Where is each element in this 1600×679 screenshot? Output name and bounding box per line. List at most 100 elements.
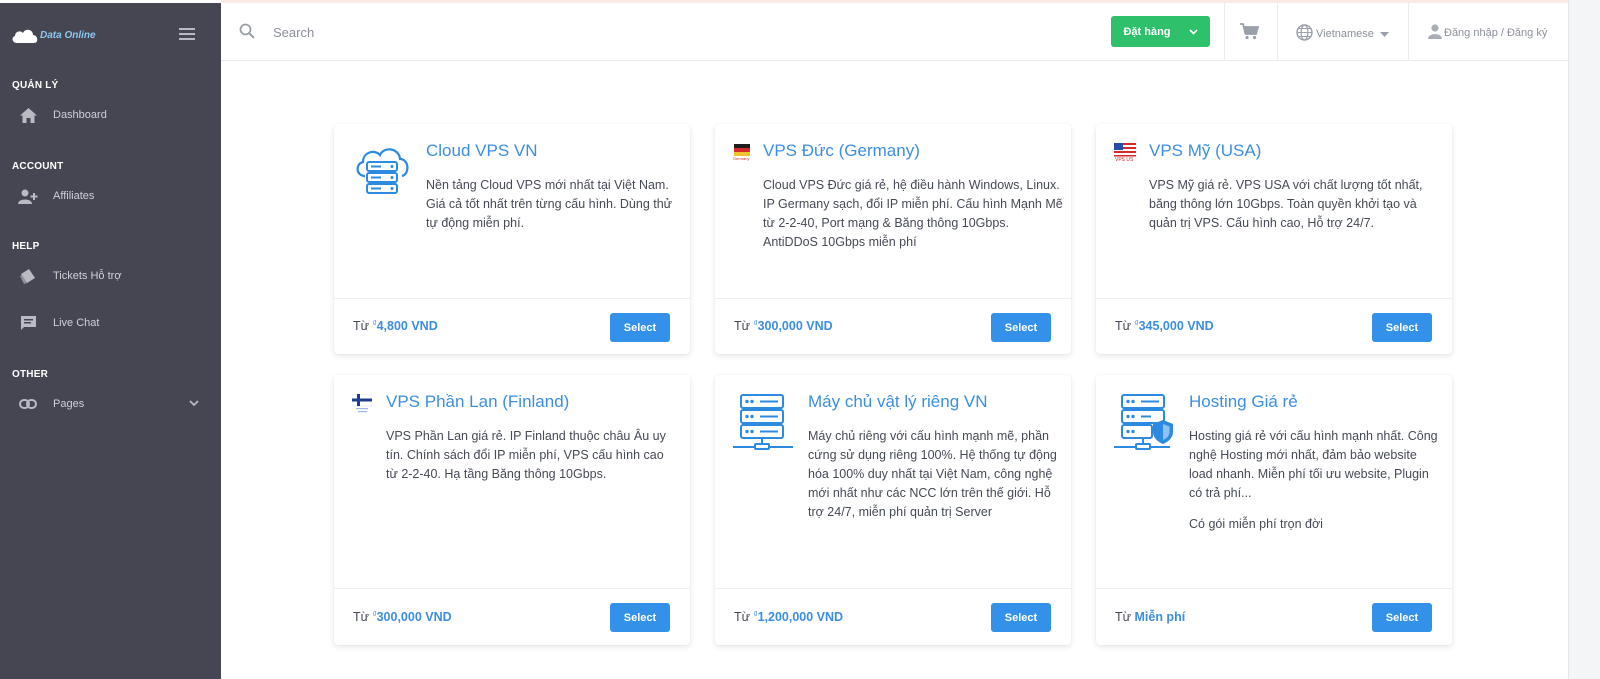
product-card-hosting: Hosting Giá rẻ Hosting giá rẻ với cấu hì…	[1096, 375, 1452, 645]
sidebar-section-help: HELP Tickets Hỗ trợ Live Chat	[0, 241, 221, 337]
sidebar-item-dashboard[interactable]: Dashboard	[0, 101, 221, 129]
sidebar-item-label: Tickets Hỗ trợ	[53, 270, 122, 282]
product-title[interactable]: Hosting Giá rẻ	[1189, 392, 1298, 412]
select-button[interactable]: Select	[1372, 313, 1432, 342]
search-icon[interactable]	[239, 23, 255, 44]
card-footer: Từ Miễn phí Select	[1096, 588, 1452, 645]
description-line: Máy chủ riêng với cấu hình mạnh mẽ, phần…	[808, 429, 1057, 519]
product-card-cloud-vps-vn: Cloud VPS VN Nền tảng Cloud VPS mới nhất…	[334, 124, 690, 354]
divider	[1408, 3, 1409, 61]
product-price: Từ ₫4,800 VND	[353, 319, 438, 333]
caret-down-icon	[1379, 28, 1389, 40]
price-amount: 345,000 VND	[1138, 319, 1214, 333]
product-price: Từ ₫1,200,000 VND	[734, 610, 843, 624]
product-description: Máy chủ riêng với cấu hình mạnh mẽ, phần…	[808, 427, 1061, 522]
select-button[interactable]: Select	[610, 313, 670, 342]
product-card-vps-finland: VPS Phần Lan (Finland) VPS Phần Lan giá …	[334, 375, 690, 645]
product-title[interactable]: VPS Mỹ (USA)	[1149, 141, 1261, 161]
flag-caption: VPS US	[1115, 157, 1134, 163]
cart-icon[interactable]	[1240, 23, 1260, 45]
price-prefix: Từ	[734, 610, 754, 624]
chevron-down-icon	[1188, 28, 1198, 35]
sidebar: Data Online QUẢN LÝ Dashboard ACCOUNT Af…	[0, 0, 221, 679]
topbar: Đặt hàng Vietnamese Đăng nhập / Đăng ký	[221, 0, 1568, 61]
card-footer: Từ ₫345,000 VND Select	[1096, 298, 1452, 354]
sidebar-item-pages[interactable]: Pages	[0, 390, 221, 418]
product-description: Hosting giá rẻ với cấu hình mạnh nhất. C…	[1189, 427, 1441, 534]
section-title: HELP	[12, 241, 40, 252]
sidebar-section-other: OTHER Pages	[0, 369, 221, 418]
select-button[interactable]: Select	[991, 313, 1051, 342]
order-button[interactable]: Đặt hàng	[1111, 16, 1210, 47]
card-footer: Từ ₫300,000 VND Select	[334, 588, 690, 645]
globe-icon	[1296, 24, 1313, 44]
search-input[interactable]	[273, 18, 773, 46]
chevron-down-icon[interactable]	[189, 398, 199, 410]
sidebar-item-label: Pages	[53, 398, 85, 410]
sidebar-item-tickets[interactable]: Tickets Hỗ trợ	[0, 262, 221, 290]
section-title: QUẢN LÝ	[12, 80, 59, 91]
description-line: Hosting giá rẻ với cấu hình mạnh nhất. C…	[1189, 429, 1438, 500]
section-title: OTHER	[12, 369, 48, 380]
login-register-link[interactable]: Đăng nhập / Đăng ký	[1428, 24, 1547, 42]
cloud-logo-icon	[10, 25, 38, 43]
product-card-vps-usa: VPS US VPS Mỹ (USA) VPS Mỹ giá rẻ. VPS U…	[1096, 124, 1452, 354]
menu-toggle-icon[interactable]	[179, 28, 195, 40]
sidebar-section-manage: QUẢN LÝ Dashboard	[0, 80, 221, 129]
price-amount: Miễn phí	[1134, 610, 1186, 624]
server-rack-icon	[733, 393, 795, 460]
home-icon	[18, 106, 38, 124]
price-amount: 300,000 VND	[757, 319, 833, 333]
product-title[interactable]: Máy chủ vật lý riêng VN	[808, 392, 988, 412]
select-button[interactable]: Select	[991, 603, 1051, 632]
price-prefix: Từ	[1115, 319, 1135, 333]
description-line: VPS Phần Lan giá rẻ. IP Finland thuộc ch…	[386, 429, 666, 481]
finland-flag-icon	[351, 393, 373, 421]
description-line: Nền tảng Cloud VPS mới nhất tại Việt Nam…	[426, 178, 673, 230]
sidebar-item-label: Affiliates	[53, 190, 95, 202]
product-title[interactable]: VPS Đức (Germany)	[763, 141, 920, 161]
product-description: VPS Phần Lan giá rẻ. IP Finland thuộc ch…	[386, 427, 678, 484]
card-footer: Từ ₫1,200,000 VND Select	[715, 588, 1071, 645]
product-price: Từ ₫300,000 VND	[734, 319, 833, 333]
select-button[interactable]: Select	[1372, 603, 1432, 632]
page-scrollbar[interactable]	[1568, 0, 1600, 679]
description-line: Cloud VPS Đức giá rẻ, hệ điều hành Windo…	[763, 178, 1063, 249]
product-title[interactable]: Cloud VPS VN	[426, 141, 538, 161]
product-title[interactable]: VPS Phần Lan (Finland)	[386, 392, 569, 412]
server-shield-icon	[1114, 393, 1176, 460]
card-footer: Từ ₫300,000 VND Select	[715, 298, 1071, 354]
description-line: Có gói miễn phí trọn đời	[1189, 517, 1323, 531]
product-description: VPS Mỹ giá rẻ. VPS USA với chất lượng tố…	[1149, 176, 1441, 233]
product-card-dedicated-server: Máy chủ vật lý riêng VN Máy chủ riêng vớ…	[715, 375, 1071, 645]
price-prefix: Từ	[734, 319, 754, 333]
flag-caption: Germany	[733, 156, 750, 161]
product-description: Nền tảng Cloud VPS mới nhất tại Việt Nam…	[426, 176, 676, 233]
price-amount: 1,200,000 VND	[757, 610, 844, 624]
ticket-icon	[18, 267, 38, 285]
sidebar-section-account: ACCOUNT Affiliates	[0, 161, 221, 210]
product-price: Từ Miễn phí	[1115, 610, 1185, 624]
germany-flag-icon: Germany	[733, 144, 751, 167]
price-amount: 4,800 VND	[376, 319, 438, 333]
link-icon	[18, 395, 38, 413]
section-title: ACCOUNT	[12, 161, 64, 172]
language-selector[interactable]: Vietnamese	[1296, 24, 1389, 44]
chat-icon	[18, 314, 38, 332]
brand-name: Data Online	[40, 29, 96, 41]
brand-logo[interactable]: Data Online	[0, 3, 221, 65]
price-prefix: Từ	[1115, 610, 1135, 624]
product-price: Từ ₫345,000 VND	[1115, 319, 1214, 333]
divider	[1277, 3, 1278, 61]
sidebar-item-label: Live Chat	[53, 317, 100, 329]
login-label: Đăng nhập / Đăng ký	[1444, 27, 1548, 39]
sidebar-item-affiliates[interactable]: Affiliates	[0, 182, 221, 210]
product-description: Cloud VPS Đức giá rẻ, hệ điều hành Windo…	[763, 176, 1063, 252]
card-footer: Từ ₫4,800 VND Select	[334, 298, 690, 354]
cloud-server-icon	[353, 142, 411, 205]
select-button[interactable]: Select	[610, 603, 670, 632]
price-prefix: Từ	[353, 319, 373, 333]
sidebar-item-live-chat[interactable]: Live Chat	[0, 309, 221, 337]
user-plus-icon	[18, 187, 38, 205]
price-prefix: Từ	[353, 610, 373, 624]
